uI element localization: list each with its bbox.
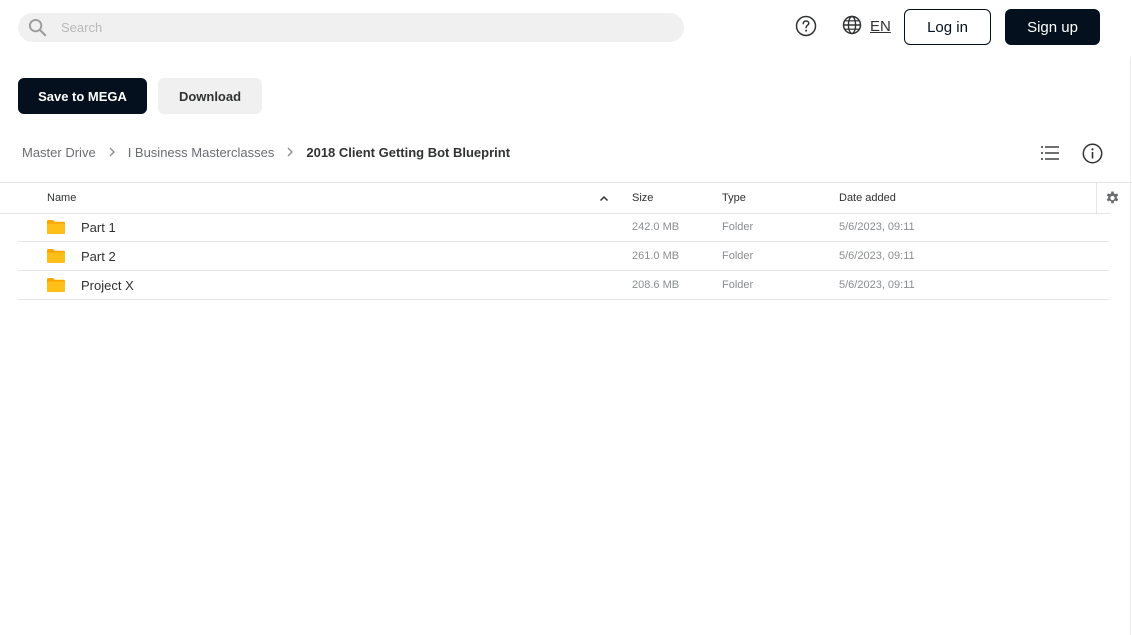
file-size: 242.0 MB xyxy=(632,221,680,233)
file-date: 5/6/2023, 09:11 xyxy=(839,250,915,262)
file-date: 5/6/2023, 09:11 xyxy=(839,279,915,291)
file-type: Folder xyxy=(722,221,754,233)
globe-icon[interactable] xyxy=(842,15,862,35)
breadcrumb-item-master-drive[interactable]: Master Drive xyxy=(22,145,96,160)
file-size: 261.0 MB xyxy=(632,250,680,262)
scrollbar-track[interactable] xyxy=(1130,58,1131,635)
file-name: Part 2 xyxy=(81,249,116,264)
column-header-size[interactable]: Size xyxy=(632,192,653,204)
help-icon[interactable] xyxy=(795,15,817,37)
folder-icon xyxy=(47,278,65,292)
column-divider xyxy=(1096,183,1097,213)
search-icon xyxy=(28,18,47,37)
table-row[interactable]: Project X 208.6 MB Folder 5/6/2023, 09:1… xyxy=(18,271,1109,300)
search-bar[interactable] xyxy=(18,13,684,42)
search-input[interactable] xyxy=(61,13,661,42)
signup-button[interactable]: Sign up xyxy=(1005,9,1100,45)
folder-icon xyxy=(47,220,65,234)
table-row[interactable]: Part 2 261.0 MB Folder 5/6/2023, 09:11 xyxy=(18,242,1109,271)
file-name: Part 1 xyxy=(81,220,116,235)
table-header: Name Size Type Date added xyxy=(0,183,1132,213)
chevron-right-icon xyxy=(109,147,115,157)
list-view-icon[interactable] xyxy=(1040,144,1060,162)
file-type: Folder xyxy=(722,279,754,291)
chevron-right-icon xyxy=(287,147,294,157)
file-type: Folder xyxy=(722,250,754,262)
login-button[interactable]: Log in xyxy=(904,9,991,45)
gear-icon[interactable] xyxy=(1105,191,1120,206)
file-size: 208.6 MB xyxy=(632,279,680,291)
breadcrumb-item-business-masterclasses[interactable]: I Business Masterclasses xyxy=(128,145,275,160)
column-header-type[interactable]: Type xyxy=(722,192,746,204)
breadcrumb: Master Drive I Business Masterclasses 20… xyxy=(22,144,510,160)
column-header-name[interactable]: Name xyxy=(47,192,76,204)
column-header-date[interactable]: Date added xyxy=(839,192,896,204)
language-selector[interactable]: EN xyxy=(870,18,891,35)
file-date: 5/6/2023, 09:11 xyxy=(839,221,915,233)
table-row[interactable]: Part 1 242.0 MB Folder 5/6/2023, 09:11 xyxy=(18,213,1109,242)
download-button[interactable]: Download xyxy=(158,78,262,114)
folder-icon xyxy=(47,249,65,263)
file-name: Project X xyxy=(81,278,134,293)
info-icon[interactable] xyxy=(1082,143,1103,164)
breadcrumb-current: 2018 Client Getting Bot Blueprint xyxy=(306,144,511,160)
save-to-mega-button[interactable]: Save to MEGA xyxy=(18,78,147,114)
sort-up-icon[interactable] xyxy=(599,195,609,202)
